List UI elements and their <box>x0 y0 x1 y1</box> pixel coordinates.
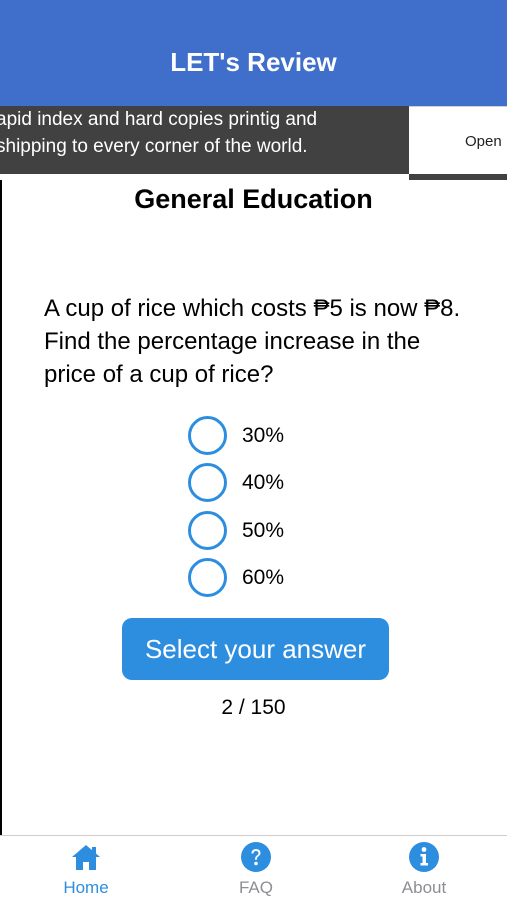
ad-divider <box>409 174 507 180</box>
question-text: A cup of rice which costs ₱5 is now ₱8. … <box>44 295 461 388</box>
answer-option-label: 40% <box>242 471 285 494</box>
answer-option[interactable]: 30% <box>188 416 338 456</box>
answer-option[interactable]: 50% <box>188 511 338 551</box>
ad-banner[interactable]: apid index and hard copies printig and s… <box>0 106 507 180</box>
answer-option-label: 60% <box>242 566 285 589</box>
answer-option[interactable]: 40% <box>188 463 338 503</box>
info-circle-icon <box>409 842 439 872</box>
tab-label: FAQ <box>238 878 273 897</box>
ad-open-label: Open <box>465 133 502 150</box>
ad-text-line: apid index and hard copies printig and <box>0 109 318 130</box>
app-title: LET's Review <box>170 47 337 77</box>
answer-option-label: 30% <box>242 424 285 447</box>
radio-button[interactable] <box>188 416 227 455</box>
tab-label: Home <box>63 878 109 897</box>
radio-button[interactable] <box>188 558 227 597</box>
tab-home[interactable]: Home <box>26 836 146 900</box>
answer-option[interactable]: 60% <box>188 558 338 598</box>
tab-about[interactable]: About <box>364 836 484 900</box>
home-icon <box>72 845 100 870</box>
answer-option-label: 50% <box>242 519 285 542</box>
ad-text[interactable]: apid index and hard copies printig and s… <box>0 106 409 174</box>
tab-faq[interactable]: FAQ <box>196 836 316 900</box>
radio-button[interactable] <box>188 463 227 502</box>
question-circle-icon <box>241 842 271 872</box>
ad-open-button[interactable]: Open <box>409 106 507 174</box>
question-counter: 2 / 150 <box>221 696 286 719</box>
select-answer-button[interactable]: Select your answer <box>122 618 389 680</box>
radio-button[interactable] <box>188 511 227 550</box>
tab-bar: Home FAQ About <box>0 835 507 900</box>
ad-text-line: shipping to every corner of the world. <box>0 136 308 157</box>
tab-label: About <box>401 878 447 897</box>
section-title: General Education <box>134 184 373 214</box>
app-header: LET's Review <box>0 0 507 106</box>
